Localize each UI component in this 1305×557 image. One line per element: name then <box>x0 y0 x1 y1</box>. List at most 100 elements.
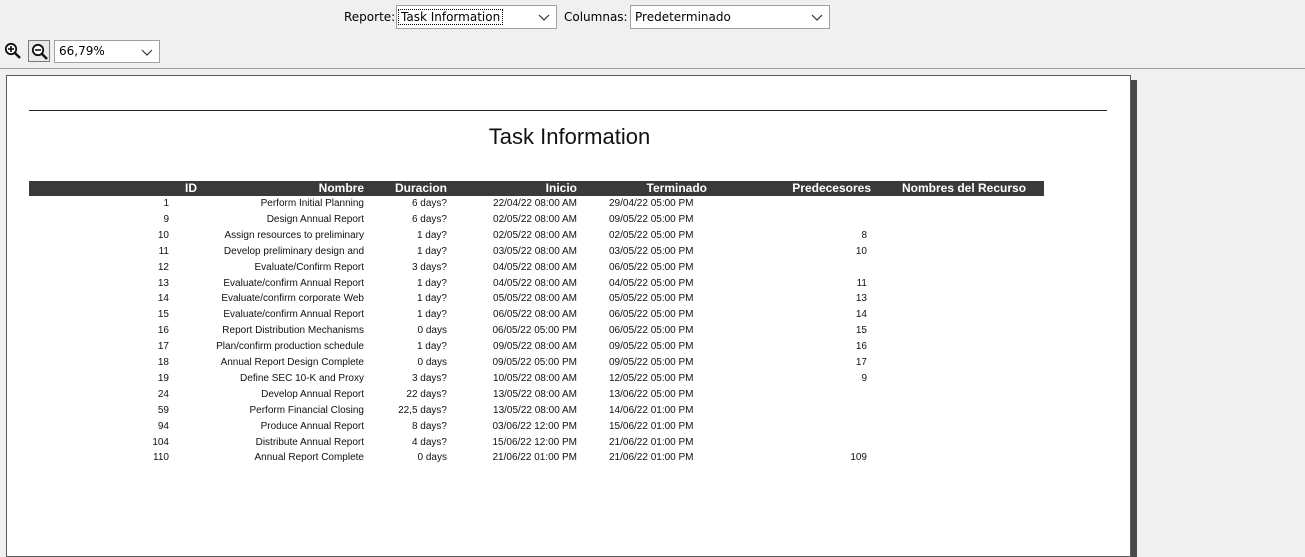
columns-select[interactable]: Predeterminado <box>630 5 830 29</box>
cell-predecessors <box>807 196 867 212</box>
cell-duration: 0 days <box>417 357 447 368</box>
cell-predecessors: 17 <box>855 357 867 368</box>
cell-start: 04/05/22 08:00 AM <box>493 261 577 273</box>
chevron-down-icon <box>141 49 153 56</box>
cell-start: 03/05/22 08:00 AM <box>493 245 577 257</box>
cell-id: 17 <box>157 341 169 353</box>
cell-finish: 21/06/22 01:00 PM <box>609 436 694 448</box>
col-header-start: Inicio <box>545 181 577 195</box>
cell-finish: 12/05/22 05:00 PM <box>609 372 694 384</box>
cell-start: 03/06/22 12:00 PM <box>492 420 577 432</box>
cell-predecessors <box>807 212 867 228</box>
zoom-toolbar: 66,79% <box>0 38 1305 68</box>
cell-finish: 04/05/22 05:00 PM <box>609 277 694 289</box>
cell-name: Report Distribution Mechanisms <box>222 325 364 337</box>
cell-id: 9 <box>163 213 169 225</box>
cell-id: 11 <box>158 245 169 257</box>
columns-label: Columnas: <box>564 10 628 24</box>
cell-duration: 1 day? <box>416 293 447 305</box>
cell-duration: 1 day? <box>416 341 447 353</box>
chevron-down-icon <box>811 14 823 21</box>
cell-id: 94 <box>157 420 169 432</box>
cell-predecessors <box>807 403 867 419</box>
report-title: Task Information <box>488 124 651 149</box>
cell-predecessors <box>807 435 867 451</box>
report-toolbar: Reporte: Task Information Columnas: Pred… <box>0 0 1305 36</box>
report-page: Task Information ID Nombre Duracion Inic… <box>6 75 1131 557</box>
cell-duration: 8 days? <box>411 420 447 432</box>
cell-duration: 1 day? <box>416 277 447 289</box>
cell-predecessors: 8 <box>861 229 867 241</box>
cell-duration: 6 days? <box>411 213 447 225</box>
cell-duration: 0 days <box>417 452 447 464</box>
cell-predecessors: 15 <box>855 325 867 337</box>
zoom-out-button[interactable] <box>28 40 50 62</box>
cell-name: Evaluate/confirm Annual Report <box>223 277 364 289</box>
cell-finish: 03/05/22 05:00 PM <box>609 245 694 257</box>
cell-finish: 06/05/22 05:00 PM <box>609 261 694 273</box>
cell-name: Annual Report Complete <box>254 452 364 464</box>
cell-duration: 3 days? <box>411 261 447 273</box>
col-header-name: Nombre <box>318 181 364 195</box>
zoom-in-button[interactable] <box>2 40 24 62</box>
cell-duration: 6 days? <box>411 198 447 209</box>
cell-start: 21/06/22 01:00 PM <box>492 452 577 464</box>
cell-finish: 13/06/22 05:00 PM <box>609 388 694 400</box>
col-header-predecessors: Predecesores <box>792 181 871 195</box>
zoom-select[interactable]: 66,79% <box>54 40 160 63</box>
cell-name: Define SEC 10-K and Proxy <box>240 372 364 384</box>
cell-predecessors: 10 <box>855 245 867 257</box>
cell-id: 13 <box>157 277 169 289</box>
cell-duration: 0 days <box>417 325 447 337</box>
cell-name: Perform Financial Closing <box>249 404 365 416</box>
cell-id: 110 <box>153 452 169 464</box>
cell-finish: 09/05/22 05:00 PM <box>609 357 694 368</box>
cell-finish: 21/06/22 01:00 PM <box>609 452 694 464</box>
cell-duration: 1 day? <box>416 229 447 241</box>
cell-start: 02/05/22 08:00 AM <box>493 229 577 241</box>
cell-finish: 09/05/22 05:00 PM <box>609 341 694 353</box>
cell-finish: 06/05/22 05:00 PM <box>609 309 694 321</box>
print-preview-area[interactable]: Task Information ID Nombre Duracion Inic… <box>0 69 1305 557</box>
cell-id: 1 <box>163 198 169 209</box>
columns-select-value: Predeterminado <box>635 10 731 24</box>
cell-predecessors <box>807 260 867 276</box>
cell-start: 09/05/22 05:00 PM <box>492 357 577 368</box>
cell-predecessors: 13 <box>855 293 867 305</box>
cell-start: 05/05/22 08:00 AM <box>493 293 577 305</box>
cell-name: Evaluate/Confirm Report <box>254 261 365 273</box>
cell-duration: 4 days? <box>411 436 447 448</box>
cell-name: Distribute Annual Report <box>255 436 364 448</box>
cell-start: 04/05/22 08:00 AM <box>493 277 577 289</box>
report-label: Reporte: <box>344 10 396 24</box>
cell-finish: 06/05/22 05:00 PM <box>609 325 694 337</box>
cell-predecessors <box>807 387 867 403</box>
cell-name: Assign resources to preliminary <box>224 229 365 241</box>
zoom-in-icon <box>4 42 21 59</box>
cell-predecessors <box>807 419 867 435</box>
cell-start: 06/05/22 05:00 PM <box>492 325 577 337</box>
cell-finish: 05/05/22 05:00 PM <box>609 293 694 305</box>
cell-name: Develop Annual Report <box>261 388 364 400</box>
cell-finish: 02/05/22 05:00 PM <box>609 229 694 241</box>
report-select-value: Task Information <box>397 9 504 25</box>
cell-id: 59 <box>157 404 169 416</box>
cell-start: 02/05/22 08:00 AM <box>493 213 577 225</box>
cell-duration: 22 days? <box>406 388 447 400</box>
header-rule <box>29 110 1107 111</box>
cell-duration: 3 days? <box>411 372 447 384</box>
col-header-id: ID <box>185 181 197 195</box>
cell-name: Annual Report Design Complete <box>220 357 364 368</box>
cell-duration: 1 day? <box>416 309 447 321</box>
cell-start: 09/05/22 08:00 AM <box>493 341 577 353</box>
cell-start: 13/05/22 08:00 AM <box>493 404 577 416</box>
cell-name: Perform Initial Planning <box>260 198 364 209</box>
col-header-resources: Nombres del Recurso <box>902 181 1027 195</box>
chevron-down-icon <box>538 14 550 21</box>
zoom-select-value: 66,79% <box>59 44 105 58</box>
cell-start: 13/05/22 08:00 AM <box>493 388 577 400</box>
cell-name: Develop preliminary design and <box>223 245 364 257</box>
cell-id: 12 <box>157 261 169 273</box>
cell-finish: 09/05/22 05:00 PM <box>609 213 694 225</box>
report-select[interactable]: Task Information <box>396 5 557 29</box>
